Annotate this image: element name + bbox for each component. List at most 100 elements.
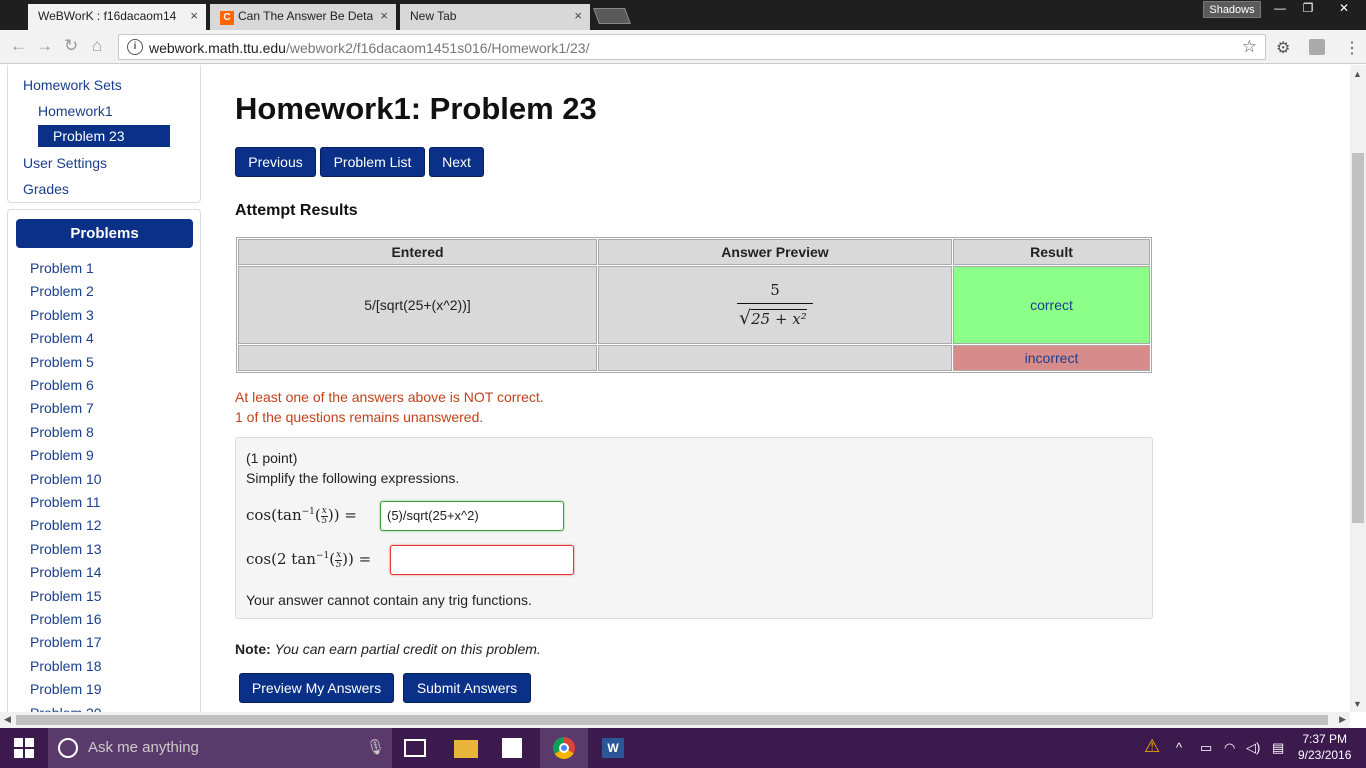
preview-answers-button[interactable]: Preview My Answers — [239, 673, 394, 703]
tab-newtab[interactable]: New Tab × — [400, 4, 590, 30]
warning-icon[interactable]: ⚠ — [1144, 736, 1160, 757]
forward-icon[interactable]: → — [36, 36, 53, 56]
problem23-link[interactable]: Problem 23 — [38, 125, 170, 147]
problem-link[interactable]: Problem 11 — [30, 494, 101, 510]
entered-cell: 5/[sqrt(25+(x^2))] — [238, 266, 597, 344]
problem-link[interactable]: Problem 9 — [30, 447, 94, 463]
scrollbar-thumb[interactable] — [16, 715, 1328, 725]
task-view-icon[interactable] — [404, 739, 426, 757]
scrollbar-thumb[interactable] — [1352, 153, 1364, 523]
preview-cell: 5 √25 + x² — [598, 266, 952, 344]
homework1-link[interactable]: Homework1 — [38, 103, 113, 119]
system-clock[interactable]: 7:37 PM 9/23/2016 — [1298, 731, 1351, 763]
tab-chegg[interactable]: C Can The Answer Be Deta × — [210, 4, 396, 30]
cortana-search[interactable]: Ask me anything 🎙 — [48, 728, 392, 768]
problem-link[interactable]: Problem 5 — [30, 354, 94, 370]
browser-toolbar: ← → ↻ ⌂ i webwork.math.ttu.edu/webwork2/… — [0, 30, 1366, 64]
tab-title: WeBWorK : f16dacaom14 — [38, 9, 177, 23]
problem-link[interactable]: Problem 12 — [30, 517, 102, 533]
problem-link[interactable]: Problem 15 — [30, 588, 102, 604]
back-icon[interactable]: ← — [10, 36, 27, 56]
page-title: Homework1: Problem 23 — [235, 91, 597, 126]
scroll-up-icon[interactable]: ▲ — [1353, 69, 1362, 79]
scroll-down-icon[interactable]: ▼ — [1353, 699, 1362, 709]
nav-panel: Homework Sets Homework1 Problem 23 User … — [7, 65, 201, 203]
bookmark-star-icon[interactable]: ☆ — [1242, 37, 1257, 57]
problem-link[interactable]: Problem 2 — [30, 283, 94, 299]
url-text: webwork.math.ttu.edu/webwork2/f16dacaom1… — [149, 40, 590, 56]
microphone-icon[interactable]: 🎙 — [366, 738, 385, 756]
problem-link[interactable]: Problem 18 — [30, 658, 102, 674]
menu-icon[interactable]: ⋮ — [1344, 38, 1360, 58]
new-tab-button[interactable] — [593, 8, 631, 24]
file-explorer-icon[interactable] — [454, 740, 478, 758]
windows-taskbar: Ask me anything 🎙 W ⚠ ^ ▭ ◠ ◁) ▤ 7:37 PM… — [0, 728, 1366, 768]
minimize-button[interactable]: — — [1266, 0, 1294, 18]
chrome-taskbar-item[interactable] — [540, 728, 588, 768]
window-controls: — ❐ ✕ — [1266, 0, 1366, 18]
problem-list-button[interactable]: Problem List — [320, 147, 425, 177]
problem-link[interactable]: Problem 3 — [30, 307, 94, 323]
problem-link[interactable]: Problem 16 — [30, 611, 102, 627]
problems-header: Problems — [16, 219, 193, 248]
close-window-button[interactable]: ✕ — [1322, 0, 1366, 18]
store-icon[interactable] — [502, 738, 522, 758]
grades-link[interactable]: Grades — [23, 181, 69, 197]
attempt-results-heading: Attempt Results — [235, 202, 358, 219]
expression-1: cos(tan−1(x 5)) = — [246, 505, 357, 526]
user-settings-link[interactable]: User Settings — [23, 155, 107, 171]
entered-cell — [238, 345, 597, 371]
tab-webwork[interactable]: WeBWorK : f16dacaom14 × — [28, 4, 206, 30]
maximize-button[interactable]: ❐ — [1294, 0, 1322, 18]
problem-link[interactable]: Problem 1 — [30, 260, 94, 276]
submit-answers-button[interactable]: Submit Answers — [403, 673, 531, 703]
problem-link[interactable]: Problem 17 — [30, 634, 102, 650]
close-icon[interactable]: × — [190, 4, 198, 28]
close-icon[interactable]: × — [380, 4, 388, 28]
problem-footer: Your answer cannot contain any trig func… — [246, 592, 532, 608]
warning-not-correct: At least one of the answers above is NOT… — [235, 389, 544, 405]
problem-link[interactable]: Problem 4 — [30, 330, 94, 346]
cortana-icon — [58, 738, 78, 758]
problem-link[interactable]: Problem 14 — [30, 564, 102, 580]
problem-link[interactable]: Problem 10 — [30, 471, 102, 487]
preview-denominator: √25 + x² — [739, 307, 807, 329]
tab-title: New Tab — [410, 9, 457, 23]
problem-link[interactable]: Problem 8 — [30, 424, 94, 440]
expression-2: cos(2 tan−1(x 5)) = — [246, 549, 372, 570]
battery-icon[interactable]: ▭ — [1200, 740, 1212, 756]
home-icon[interactable]: ⌂ — [92, 36, 102, 56]
problem-points: (1 point) — [246, 450, 298, 466]
problem-link[interactable]: Problem 19 — [30, 681, 102, 697]
preview-cell — [598, 345, 952, 371]
address-bar[interactable]: i webwork.math.ttu.edu/webwork2/f16dacao… — [118, 34, 1266, 60]
wifi-icon[interactable]: ◠ — [1224, 740, 1235, 756]
answer-input-1[interactable]: (5)/sqrt(25+x^2) — [380, 501, 564, 531]
previous-button[interactable]: Previous — [235, 147, 316, 177]
windows-start-icon[interactable] — [14, 738, 34, 758]
profile-button[interactable]: Shadows — [1203, 1, 1261, 18]
volume-icon[interactable]: ◁) — [1246, 740, 1260, 756]
scroll-left-icon[interactable]: ◀ — [4, 714, 11, 725]
reload-icon[interactable]: ↻ — [64, 36, 78, 56]
partial-credit-note: Note: You can earn partial credit on thi… — [235, 641, 541, 657]
next-button[interactable]: Next — [429, 147, 484, 177]
answer-input-2[interactable] — [390, 545, 574, 575]
scroll-right-icon[interactable]: ▶ — [1339, 714, 1346, 725]
word-icon[interactable]: W — [602, 738, 624, 758]
result-correct: correct — [953, 266, 1150, 344]
extension-icon[interactable]: ⚙ — [1276, 38, 1290, 58]
chevron-up-icon[interactable]: ^ — [1176, 740, 1182, 755]
horizontal-scrollbar[interactable]: ◀ ▶ — [0, 712, 1350, 728]
notifications-icon[interactable]: ▤ — [1272, 740, 1284, 756]
problem-link[interactable]: Problem 20 — [30, 705, 102, 712]
vertical-scrollbar[interactable]: ▲ ▼ — [1350, 65, 1366, 712]
problem-link[interactable]: Problem 6 — [30, 377, 94, 393]
info-icon[interactable]: i — [127, 39, 143, 55]
homework-sets-link[interactable]: Homework Sets — [23, 77, 122, 93]
problem-link[interactable]: Problem 7 — [30, 400, 94, 416]
problem-link[interactable]: Problem 13 — [30, 541, 102, 557]
close-icon[interactable]: × — [574, 4, 582, 28]
extension-icon[interactable] — [1309, 39, 1325, 55]
result-incorrect: incorrect — [953, 345, 1150, 371]
